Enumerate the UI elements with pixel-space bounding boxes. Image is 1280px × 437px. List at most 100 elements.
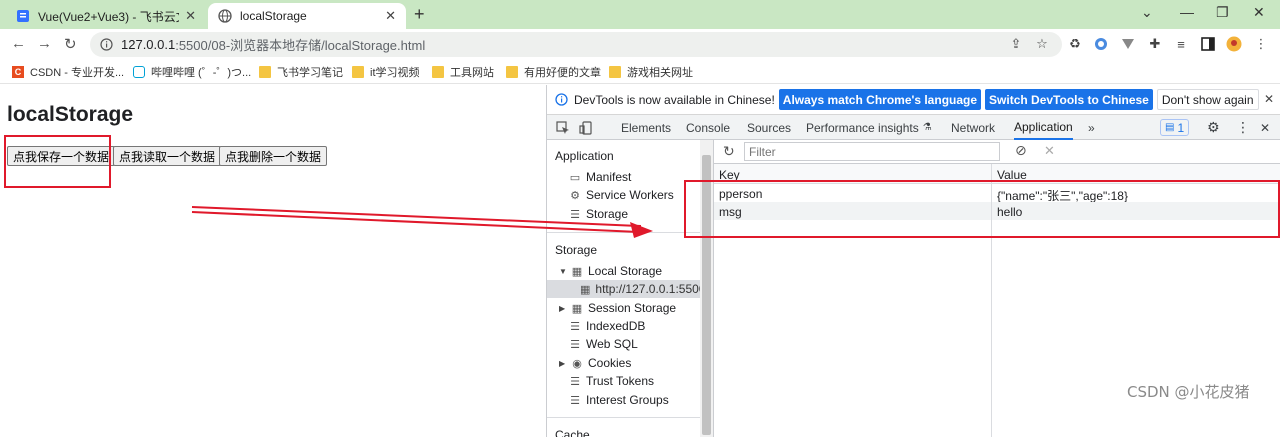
gear-icon: ⚙ bbox=[570, 189, 580, 202]
bookmark-label: 游戏相关网址 bbox=[627, 67, 693, 79]
close-infobar-icon[interactable]: ✕ bbox=[1264, 92, 1274, 106]
sidebar-item-cookies[interactable]: ▶ ◉ Cookies bbox=[559, 354, 631, 372]
tab-network[interactable]: Network bbox=[951, 115, 995, 140]
tab-sources[interactable]: Sources bbox=[747, 115, 791, 140]
tab-strip: Vue(Vue2+Vue3) - 飞书云文档 ✕ localStorage ✕ … bbox=[0, 0, 1280, 29]
folder-icon bbox=[259, 66, 271, 78]
globe-icon bbox=[218, 9, 232, 23]
reading-list-icon[interactable]: ≡ bbox=[1173, 36, 1189, 52]
expanded-triangle-icon: ▼ bbox=[559, 266, 567, 276]
sidebar-item-web-sql[interactable]: ☰ Web SQL bbox=[569, 335, 638, 353]
infobar-message: DevTools is now available in Chinese! bbox=[574, 92, 775, 107]
clear-all-icon[interactable]: ⊘ bbox=[1015, 142, 1027, 159]
folder-icon bbox=[432, 66, 444, 78]
bilibili-icon bbox=[133, 66, 145, 78]
close-window-icon[interactable]: ✕ bbox=[1253, 4, 1265, 21]
bookmark-articles[interactable]: 有用好便的文章 bbox=[506, 64, 601, 80]
sidebar-item-local-storage[interactable]: ▼ ▦ Local Storage bbox=[559, 262, 662, 280]
devtools-menu-icon[interactable]: ⋮ bbox=[1236, 115, 1250, 140]
url-host: 127.0.0.1 bbox=[121, 37, 176, 52]
bookmark-label: it学习视频 bbox=[370, 67, 420, 79]
folder-icon bbox=[352, 66, 364, 78]
settings-gear-icon[interactable]: ⚙ bbox=[1207, 115, 1220, 140]
close-tab-icon[interactable]: ✕ bbox=[385, 8, 396, 24]
section-storage: Storage bbox=[555, 243, 598, 257]
back-icon[interactable]: ← bbox=[11, 35, 26, 52]
sidebar-item-storage[interactable]: ☰ Storage bbox=[569, 205, 628, 223]
bookmark-csdn[interactable]: C CSDN - 专业开发... bbox=[12, 64, 124, 80]
tab-title: Vue(Vue2+Vue3) - 飞书云文档 bbox=[38, 9, 179, 24]
sidebar-item-session-storage[interactable]: ▶ ▦ Session Storage bbox=[559, 299, 676, 317]
folder-icon bbox=[506, 66, 518, 78]
tab-application[interactable]: Application bbox=[1014, 115, 1073, 140]
address-bar[interactable]: 127.0.0.1:5500/08-浏览器本地存储/localStorage.h… bbox=[90, 32, 1062, 57]
more-tabs-icon[interactable]: » bbox=[1088, 115, 1095, 140]
sidebar-item-label: Web SQL bbox=[586, 337, 638, 351]
maximize-icon[interactable]: ❐ bbox=[1216, 4, 1229, 21]
close-tab-icon[interactable]: ✕ bbox=[185, 8, 196, 24]
menu-kebab-icon[interactable]: ⋮ bbox=[1253, 36, 1269, 52]
refresh-icon[interactable]: ↻ bbox=[723, 143, 735, 160]
inspect-element-icon[interactable] bbox=[556, 115, 570, 140]
minimize-icon[interactable]: — bbox=[1180, 4, 1194, 20]
side-panel-icon[interactable] bbox=[1200, 36, 1216, 52]
extension-vue-icon[interactable] bbox=[1120, 36, 1136, 52]
sidebar-item-label: Local Storage bbox=[588, 264, 663, 278]
tab-console[interactable]: Console bbox=[686, 115, 730, 140]
sidebar-item-manifest[interactable]: ▭ Manifest bbox=[569, 168, 632, 186]
info-icon[interactable] bbox=[100, 38, 113, 51]
bookmark-label: 飞书学习笔记 bbox=[277, 67, 343, 79]
issues-badge[interactable]: ▤ 1 bbox=[1160, 115, 1190, 140]
bookmark-bilibili[interactable]: 哔哩哔哩 (゜-゜)つ... bbox=[133, 64, 251, 80]
share-icon[interactable]: ⇪ bbox=[1008, 36, 1024, 52]
folder-icon bbox=[609, 66, 621, 78]
url-path: :5500/08-浏览器本地存储/localStorage.html bbox=[175, 38, 426, 53]
sidebar-item-trust-tokens[interactable]: ☰ Trust Tokens bbox=[569, 372, 654, 390]
close-devtools-icon[interactable]: ✕ bbox=[1260, 115, 1270, 140]
sidebar-item-interest-groups[interactable]: ☰ Interest Groups bbox=[569, 391, 669, 409]
switch-to-chinese-button[interactable]: Switch DevTools to Chinese bbox=[985, 89, 1153, 110]
reload-icon[interactable]: ↻ bbox=[64, 35, 77, 53]
delete-data-button[interactable]: 点我删除一个数据 bbox=[219, 146, 328, 166]
page-title: localStorage bbox=[7, 103, 134, 126]
profile-avatar-icon[interactable] bbox=[1226, 36, 1242, 52]
star-icon[interactable]: ☆ bbox=[1034, 36, 1050, 52]
new-tab-button[interactable]: + bbox=[414, 4, 425, 25]
bookmark-label: CSDN - 专业开发... bbox=[30, 67, 125, 79]
feishu-doc-icon bbox=[16, 9, 30, 23]
sidebar-divider bbox=[547, 417, 713, 418]
extension-recycle-icon[interactable]: ♻ bbox=[1067, 36, 1083, 52]
grid-icon: ▦ bbox=[580, 283, 591, 296]
annotation-box-storage-rows bbox=[684, 180, 1280, 238]
device-toggle-icon[interactable] bbox=[579, 115, 593, 140]
sidebar-item-label: Session Storage bbox=[588, 301, 677, 315]
filter-input[interactable] bbox=[744, 142, 1000, 161]
chevron-down-icon[interactable]: ⌄ bbox=[1141, 4, 1153, 21]
sidebar-item-label: http://127.0.0.1:5500 bbox=[595, 282, 706, 296]
devtools-language-infobar: DevTools is now available in Chinese! Al… bbox=[547, 85, 1280, 115]
bookmark-feishu-notes[interactable]: 飞书学习笔记 bbox=[259, 64, 343, 80]
watermark: CSDN @小花皮猪 bbox=[1127, 383, 1250, 401]
sidebar-item-label: Storage bbox=[586, 207, 629, 221]
extensions-puzzle-icon[interactable]: ✚ bbox=[1147, 36, 1163, 52]
bookmark-tool-sites[interactable]: 工具网站 bbox=[432, 64, 494, 80]
always-match-language-button[interactable]: Always match Chrome's language bbox=[778, 89, 982, 110]
sidebar-item-indexeddb[interactable]: ☰ IndexedDB bbox=[569, 317, 645, 335]
forward-icon[interactable]: → bbox=[37, 35, 52, 52]
tab-elements[interactable]: Elements bbox=[621, 115, 671, 140]
sidebar-item-label: Trust Tokens bbox=[586, 374, 655, 388]
bookmark-it-videos[interactable]: it学习视频 bbox=[352, 64, 420, 80]
sidebar-item-service-workers[interactable]: ⚙ Service Workers bbox=[569, 186, 674, 204]
sidebar-item-label: IndexedDB bbox=[586, 319, 646, 333]
tab-localstorage[interactable]: localStorage ✕ bbox=[208, 3, 406, 29]
database-icon: ☰ bbox=[570, 394, 580, 407]
tab-performance-insights[interactable]: Performance insights ⚗ bbox=[806, 115, 932, 140]
sidebar-item-label: Cookies bbox=[588, 356, 632, 370]
delete-selected-icon[interactable]: ✕ bbox=[1044, 143, 1055, 159]
sidebar-item-local-origin[interactable]: ▦ http://127.0.0.1:5500 bbox=[547, 280, 706, 298]
extension-blue-icon[interactable] bbox=[1093, 36, 1109, 52]
read-data-button[interactable]: 点我读取一个数据 bbox=[113, 146, 222, 166]
tab-feishu[interactable]: Vue(Vue2+Vue3) - 飞书云文档 ✕ bbox=[6, 3, 206, 29]
dont-show-again-button[interactable]: Don't show again bbox=[1156, 89, 1259, 110]
bookmark-games[interactable]: 游戏相关网址 bbox=[609, 64, 693, 80]
